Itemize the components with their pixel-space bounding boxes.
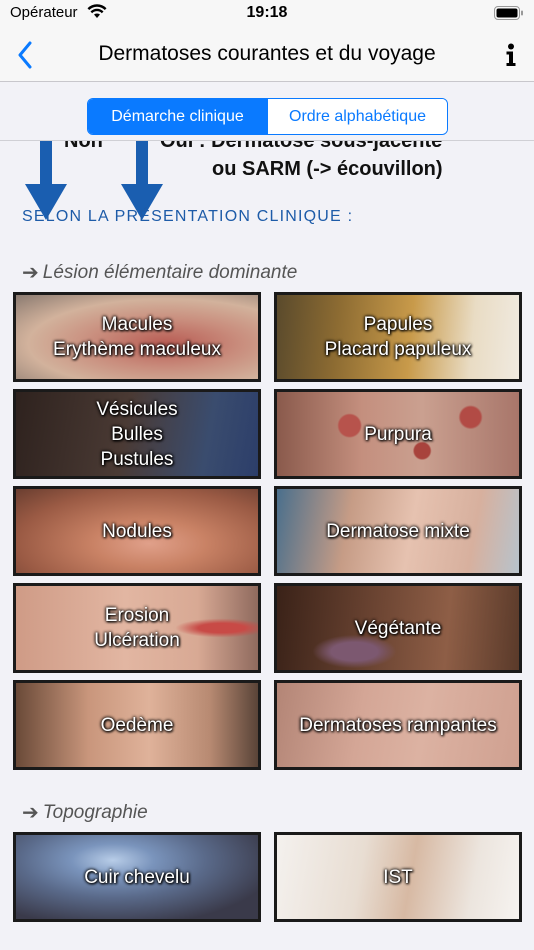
back-button[interactable] (8, 36, 42, 74)
tile-sti[interactable]: IST (274, 832, 522, 922)
flow-label-yes-continued: ou SARM (-> écouvillon) (212, 158, 443, 180)
tile-vegetating[interactable]: Végétante (274, 583, 522, 673)
subsection-heading-lesion: ➔ Lésion élémentaire dominante (22, 260, 297, 285)
page-title: Dermatoses courantes et du voyage (98, 42, 436, 65)
tile-purpura[interactable]: Purpura (274, 389, 522, 479)
info-button[interactable] (494, 36, 528, 74)
tile-papules[interactable]: Papules Placard papuleux (274, 292, 522, 382)
segment-alphabetical-order[interactable]: Ordre alphabétique (267, 99, 447, 134)
tile-vesicles[interactable]: Vésicules Bulles Pustules (13, 389, 261, 479)
tile-creeping-dermatoses[interactable]: Dermatoses rampantes (274, 680, 522, 770)
tile-label: Végétante (354, 617, 442, 639)
tile-label: Dermatoses rampantes (299, 714, 497, 736)
chevron-left-icon (18, 41, 32, 69)
arrow-right-icon: ➔ (22, 262, 39, 284)
tile-label: Macules Erythème maculeux (53, 314, 221, 360)
tile-nodules[interactable]: Nodules (13, 486, 261, 576)
tile-label: Purpura (364, 423, 432, 445)
main-content[interactable]: Non Oui : Dermatose sous-jacente ou SARM… (0, 100, 534, 950)
segment-bar: Démarche clinique Ordre alphabétique (0, 83, 534, 141)
tile-oedema[interactable]: Oedème (13, 680, 261, 770)
subsection-heading-label: Lésion élémentaire dominante (42, 261, 298, 283)
tile-scalp[interactable]: Cuir chevelu (13, 832, 261, 922)
arrow-right-icon: ➔ (22, 802, 39, 824)
section-title: SELON LA PRÉSENTATION CLINIQUE : (22, 208, 354, 225)
info-icon (506, 43, 516, 66)
subsection-heading-topography: ➔ Topographie (22, 800, 148, 825)
tile-label: Nodules (102, 520, 172, 542)
navigation-bar: Dermatoses courantes et du voyage (0, 28, 534, 82)
battery-icon (494, 6, 523, 20)
tile-label: Erosion Ulcération (94, 605, 180, 651)
tile-label: Oedème (100, 714, 174, 736)
status-bar: Opérateur 19:18 (0, 0, 534, 28)
clock: 19:18 (246, 4, 288, 21)
tile-label: Cuir chevelu (84, 866, 190, 888)
tile-label: IST (383, 866, 413, 888)
tile-macules[interactable]: Macules Erythème maculeux (13, 292, 261, 382)
tile-label: Dermatose mixte (326, 520, 470, 542)
tile-mixed-dermatosis[interactable]: Dermatose mixte (274, 486, 522, 576)
subsection-heading-label: Topographie (42, 801, 148, 823)
view-mode-segmented-control: Démarche clinique Ordre alphabétique (87, 98, 448, 135)
tile-label: Vésicules Bulles Pustules (96, 398, 178, 470)
tile-erosion-ulceration[interactable]: Erosion Ulcération (13, 583, 261, 673)
segment-clinical-approach[interactable]: Démarche clinique (88, 99, 267, 134)
tile-label: Papules Placard papuleux (324, 314, 472, 360)
